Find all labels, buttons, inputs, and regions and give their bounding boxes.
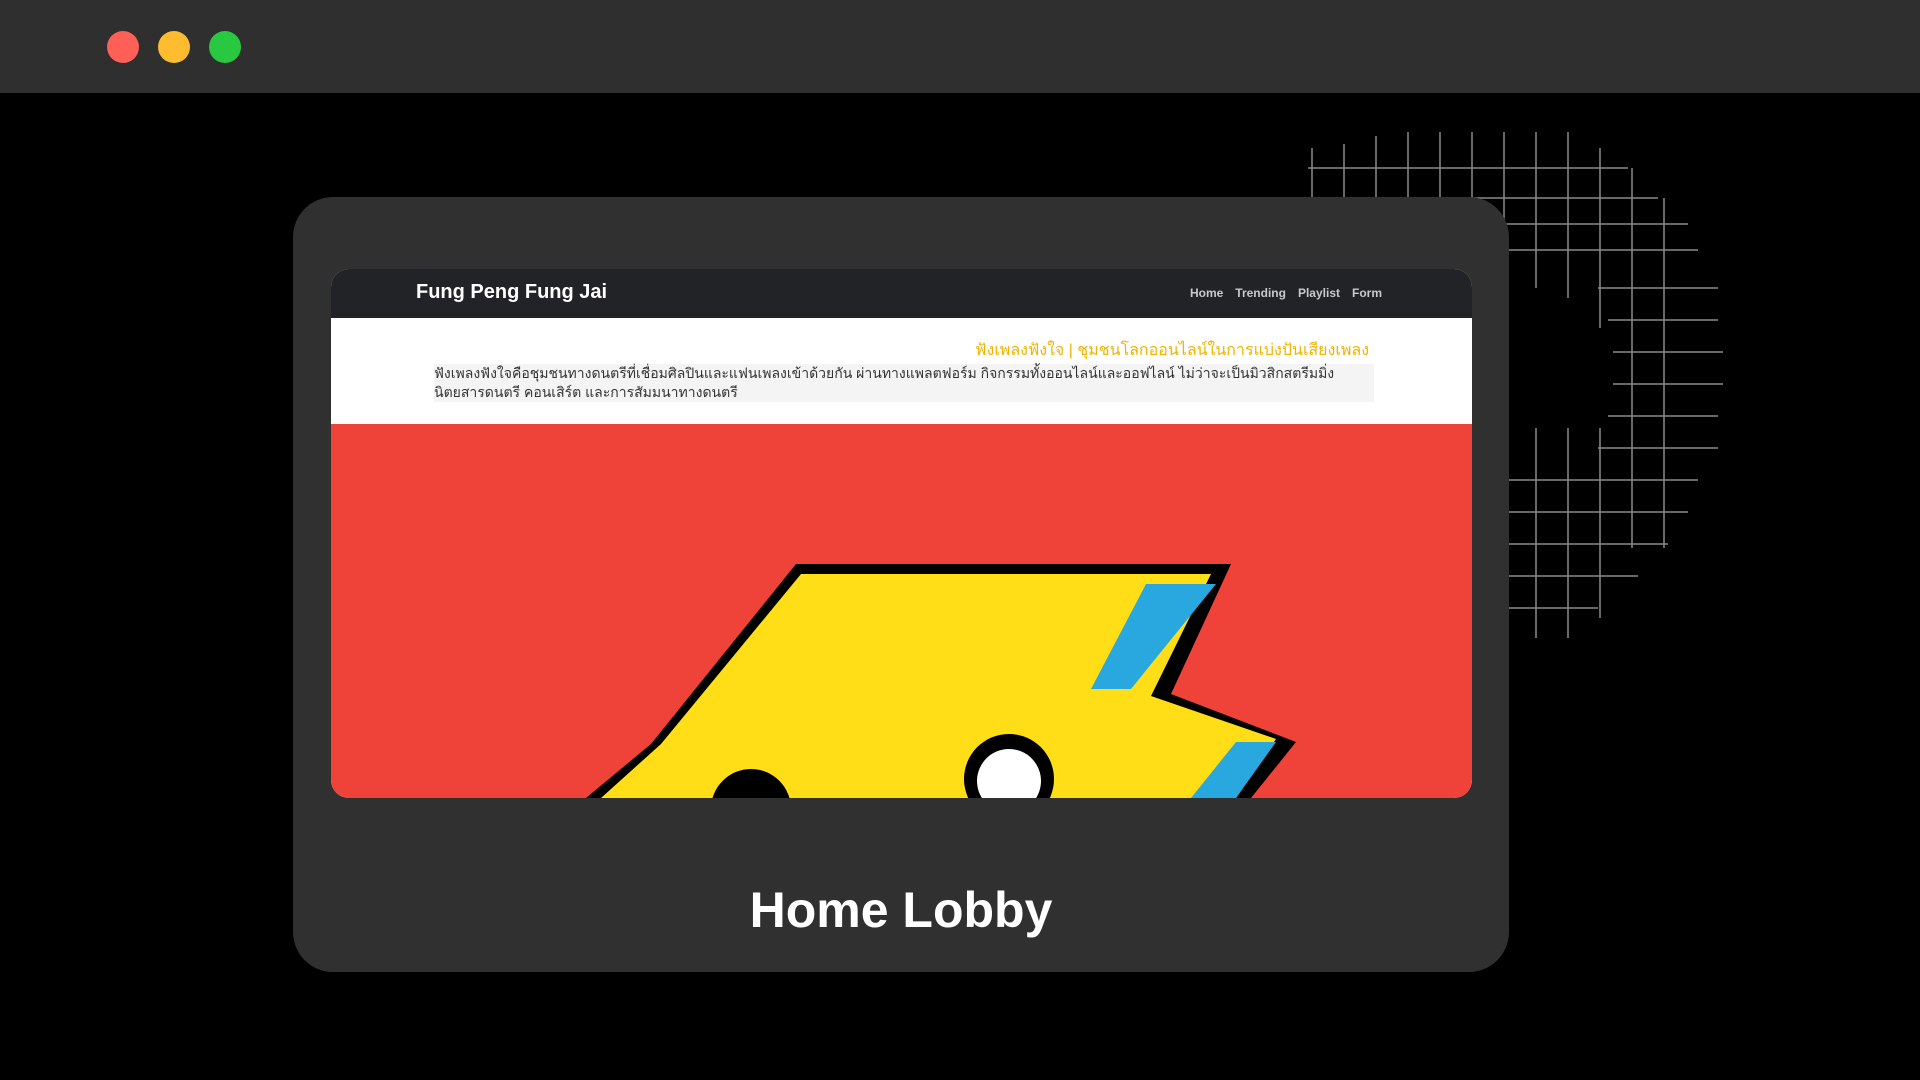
hero-banner <box>331 424 1472 798</box>
minimize-window-button[interactable] <box>158 31 190 63</box>
nav-playlist-link[interactable]: Playlist <box>1298 286 1340 300</box>
window-titlebar <box>0 0 1920 93</box>
site-nav-menu: Home Trending Playlist Form <box>1190 286 1382 300</box>
lightning-mascot-icon <box>586 564 1296 798</box>
intro-heading: ฟังเพลงฟังใจ | ชุมชนโลกออนไลน์ในการแบ่งป… <box>975 342 1369 359</box>
intro-paragraph: ฟังเพลงฟังใจคือชุมชนทางดนตรีที่เชื่อมศิล… <box>434 364 1374 402</box>
nav-trending-link[interactable]: Trending <box>1235 286 1286 300</box>
intro-section: ฟังเพลงฟังใจ | ชุมชนโลกออนไลน์ในการแบ่งป… <box>331 318 1472 424</box>
card-title: Home Lobby <box>749 882 1053 938</box>
close-window-button[interactable] <box>107 31 139 63</box>
site-brand[interactable]: Fung Peng Fung Jai <box>416 281 607 304</box>
site-navbar: Fung Peng Fung Jai Home Trending Playlis… <box>331 269 1472 318</box>
maximize-window-button[interactable] <box>209 31 241 63</box>
nav-home-link[interactable]: Home <box>1190 286 1223 300</box>
nav-form-link[interactable]: Form <box>1352 286 1382 300</box>
preview-card[interactable]: Fung Peng Fung Jai Home Trending Playlis… <box>293 197 1509 972</box>
website-screenshot: Fung Peng Fung Jai Home Trending Playlis… <box>331 269 1472 798</box>
